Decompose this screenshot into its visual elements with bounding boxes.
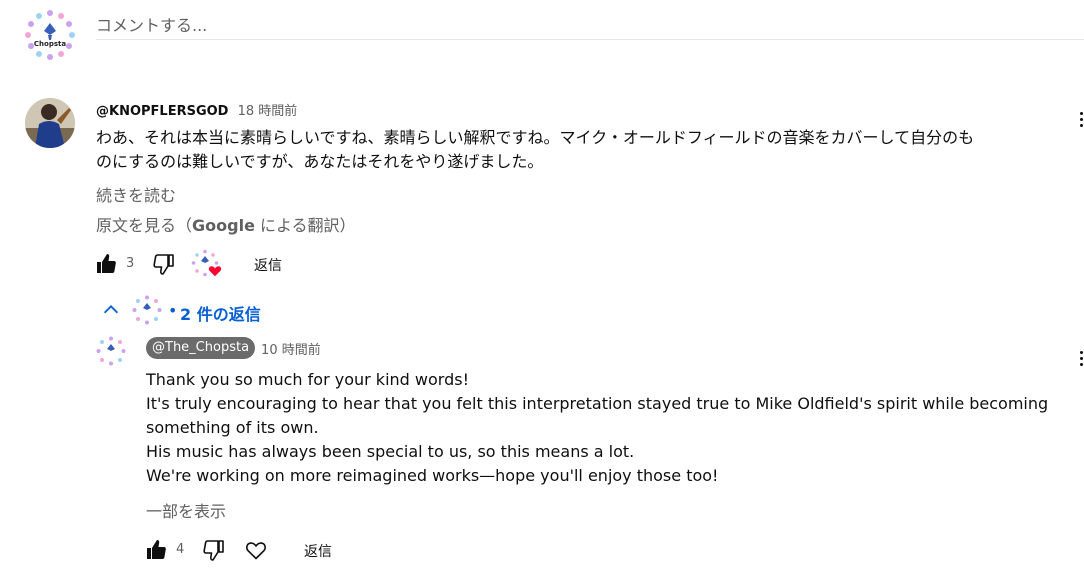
- reply-heart-button[interactable]: [244, 538, 268, 562]
- logo-text: Chopsta: [33, 40, 67, 48]
- thumb-down-icon: [203, 540, 224, 561]
- replies-toggle[interactable]: • 2 件の返信: [96, 292, 296, 328]
- chevron-up-icon: [103, 305, 119, 314]
- reply-text-line: His music has always been special to us,…: [146, 442, 635, 461]
- comment-body: わあ、それは本当に素晴らしいですね、素晴らしい解釈ですね。マイク・オールドフィー…: [96, 126, 1071, 174]
- reply-author-chip[interactable]: @The_Chopsta: [146, 337, 256, 359]
- more-vert-dot: [1080, 118, 1083, 121]
- my-avatar: Chopsta: [24, 9, 76, 61]
- thumb-up-icon: [147, 540, 166, 559]
- reply-text-line: It's truly encouraging to hear that you …: [146, 394, 1049, 413]
- more-vert-dot: [1080, 124, 1083, 127]
- commenter-photo: [25, 98, 75, 148]
- reply-text-line: something of its own.: [146, 418, 319, 437]
- reply-reply-button[interactable]: 返信: [304, 541, 332, 561]
- comment-header: @KNOPFLERSGOD 18 時間前: [96, 100, 297, 119]
- reply-like-count: 4: [176, 542, 185, 557]
- more-vert-icon: [1080, 351, 1083, 354]
- see-original-suffix: による翻訳）: [254, 216, 356, 235]
- avatar-ring: [25, 10, 75, 60]
- heart-icon: [246, 542, 266, 560]
- thumb-down-icon: [153, 254, 174, 275]
- creator-heart-badge: [191, 249, 222, 277]
- replies-avatar-ring: [132, 295, 162, 325]
- comment-author[interactable]: @KNOPFLERSGOD: [96, 104, 228, 119]
- commenter-avatar[interactable]: [25, 98, 75, 148]
- read-more-link[interactable]: 続きを読む: [96, 182, 176, 206]
- reply-body: Thank you so much for your kind words! I…: [146, 368, 1049, 488]
- reply-like-button[interactable]: [144, 538, 168, 562]
- reply-text-line: We're working on more reimagined works—h…: [146, 466, 719, 485]
- replies-dot: •: [168, 301, 178, 320]
- comment-input[interactable]: コメントする...: [96, 8, 1084, 40]
- reply-dislike-button[interactable]: [202, 538, 226, 562]
- replies-count-label: 2 件の返信: [180, 305, 261, 324]
- reply-text-line: Thank you so much for your kind words!: [146, 370, 469, 389]
- reply-avatar-ring: [96, 336, 126, 366]
- replies-creator-avatar: [132, 295, 162, 325]
- more-vert-icon: [1080, 112, 1083, 115]
- comment-input-placeholder: コメントする...: [96, 16, 208, 35]
- comment-time[interactable]: 18 時間前: [238, 104, 298, 119]
- comment-like-count: 3: [126, 256, 135, 271]
- see-original-link[interactable]: 原文を見る（Google による翻訳）: [96, 212, 356, 236]
- more-vert-dot: [1080, 363, 1083, 366]
- comment-reply-button[interactable]: 返信: [254, 255, 282, 275]
- see-original-prefix: 原文を見る（: [96, 216, 193, 235]
- comment-like-button[interactable]: [94, 252, 118, 276]
- reply-author-avatar[interactable]: [96, 336, 126, 366]
- reply-header: @The_Chopsta 10 時間前: [146, 337, 321, 359]
- heart-icon: [208, 266, 222, 277]
- comment-more-button[interactable]: [1080, 112, 1084, 127]
- comment-dislike-button[interactable]: [152, 252, 176, 276]
- reply-time[interactable]: 10 時間前: [261, 339, 321, 358]
- google-brand: Google: [192, 216, 255, 235]
- comment-text-line: のにするのは難しいですが、あなたはそれをやり遂げました。: [96, 152, 544, 171]
- show-less-link[interactable]: 一部を表示: [146, 498, 226, 522]
- more-vert-dot: [1080, 357, 1083, 360]
- reply-more-button[interactable]: [1080, 351, 1084, 366]
- thumb-up-icon: [97, 254, 116, 273]
- comment-text-line: わあ、それは本当に素晴らしいですね、素晴らしい解釈ですね。マイク・オールドフィー…: [96, 128, 975, 147]
